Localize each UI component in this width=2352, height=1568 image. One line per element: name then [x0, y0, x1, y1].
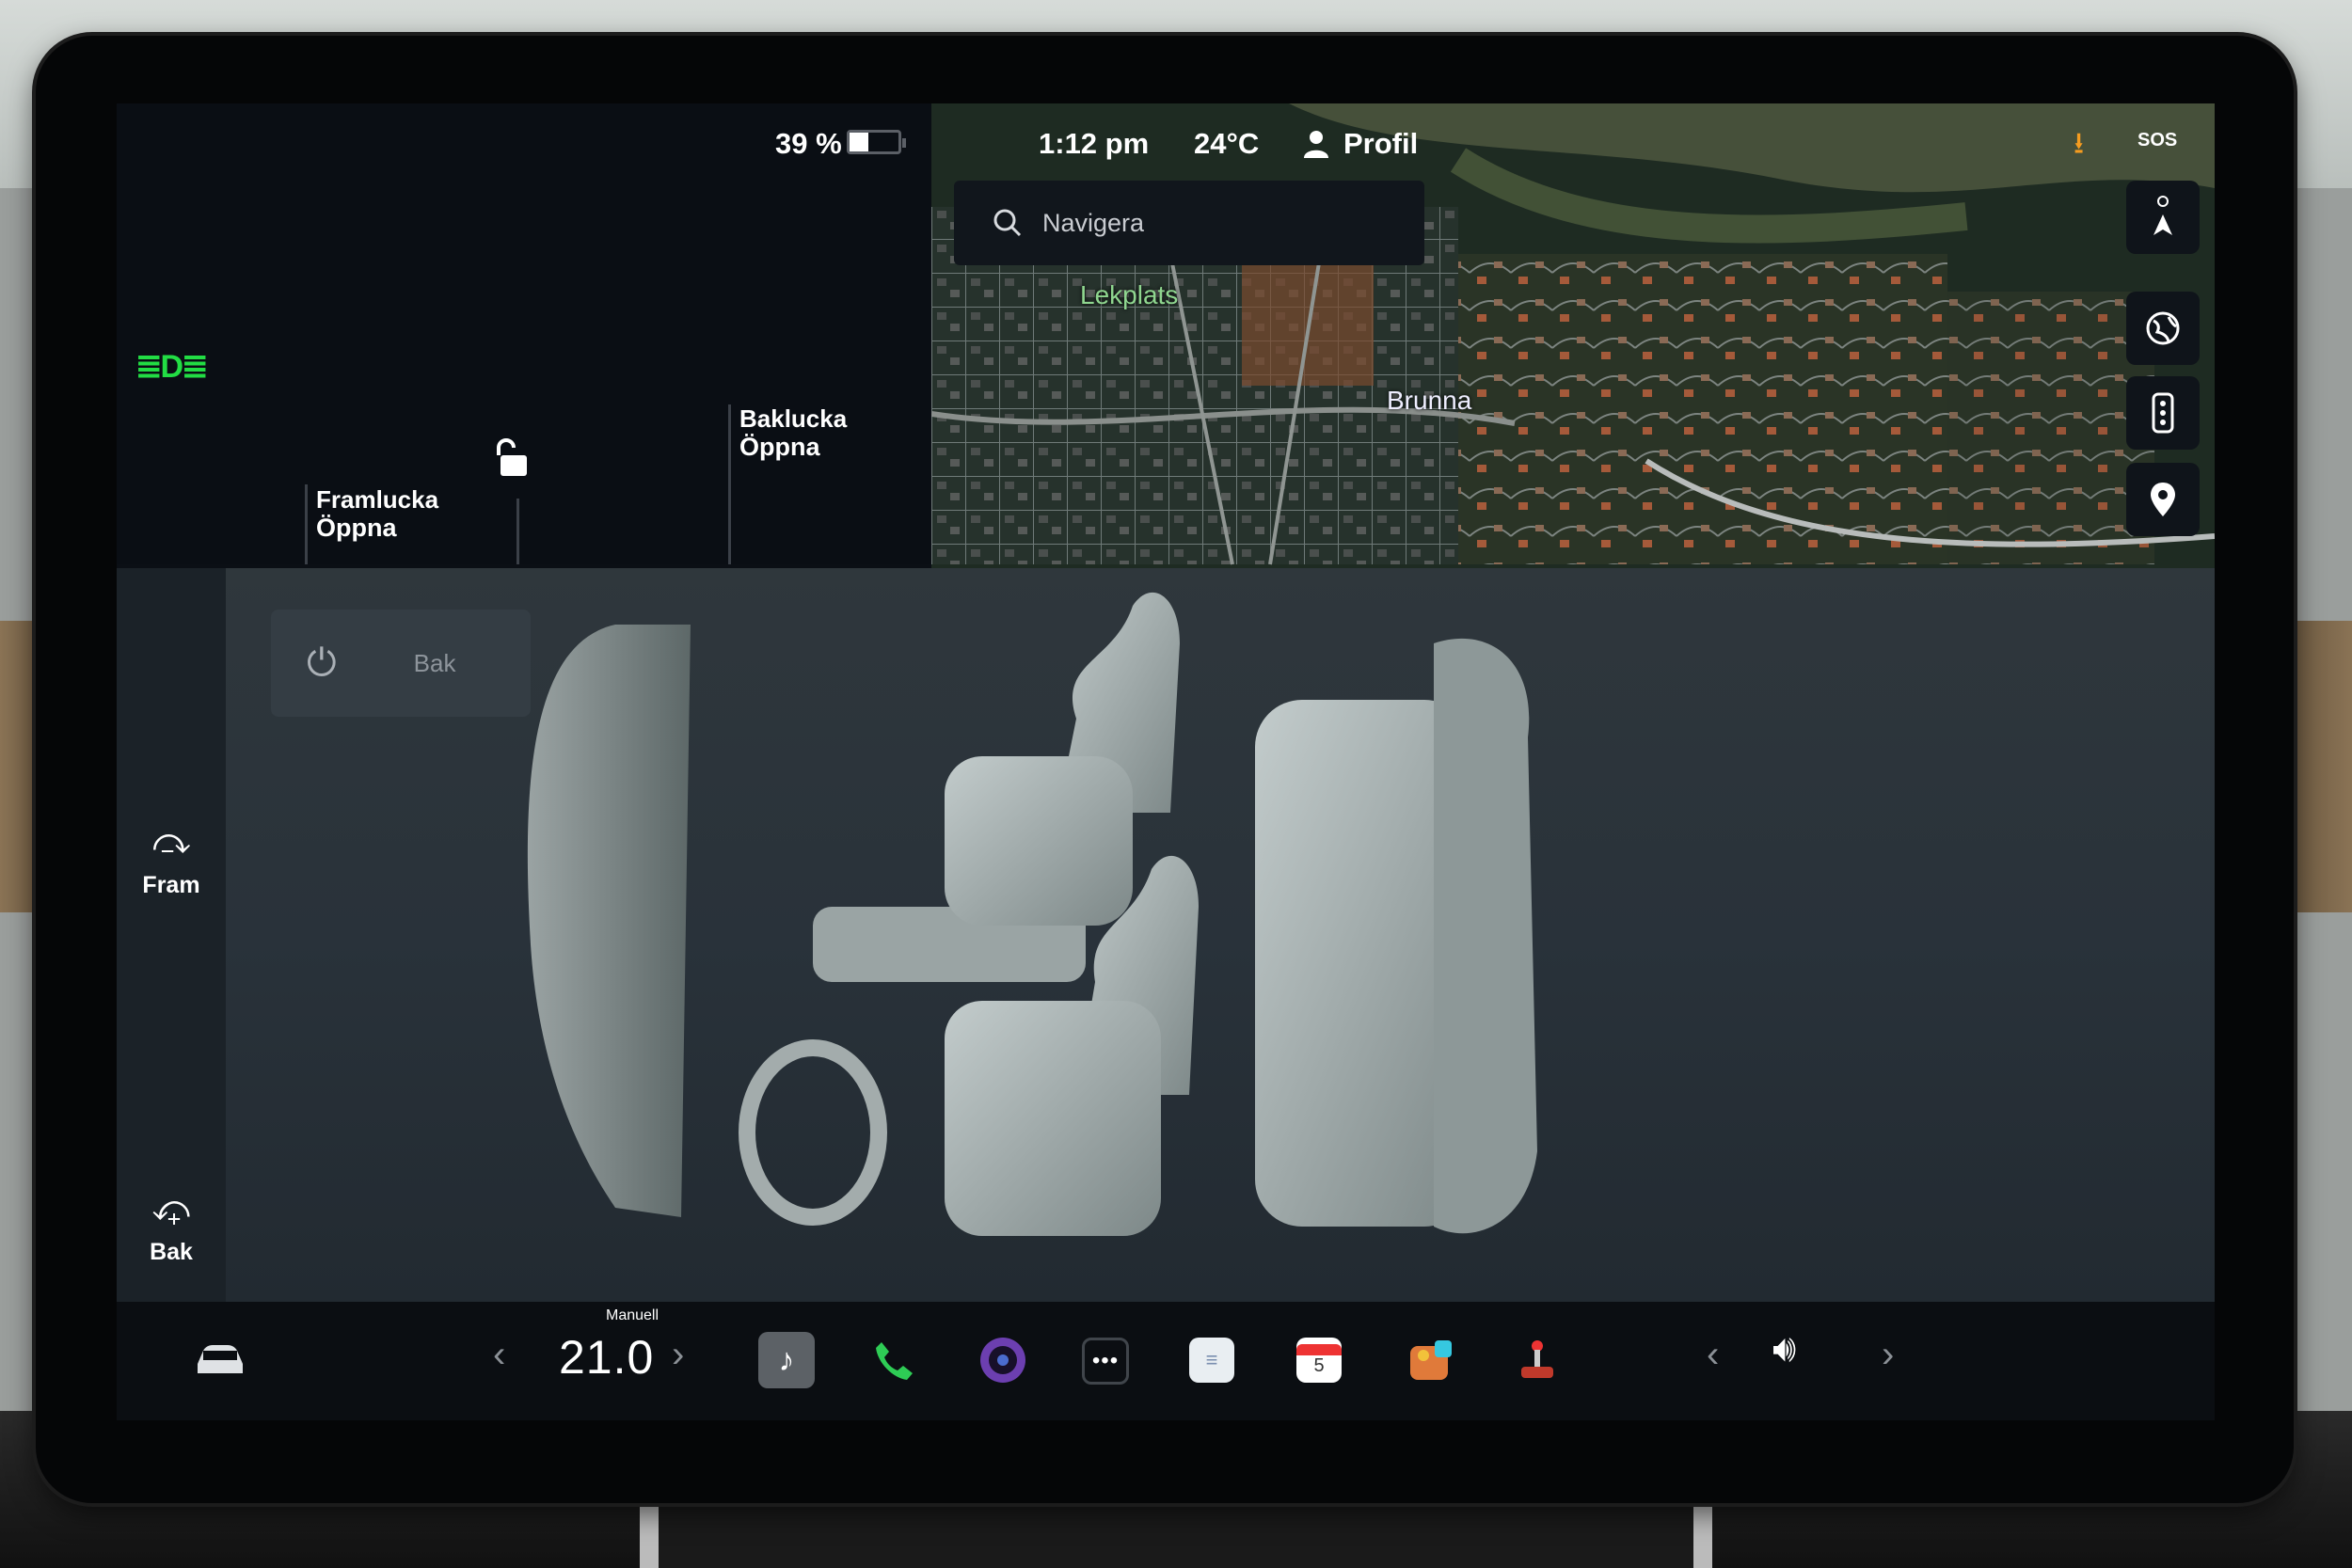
- bottom-dock: ‹ Manuell 21.0 › ♪ ••• ≡ 5 ‹ 🔊︎ ›: [117, 1302, 2215, 1420]
- camera-lens-icon: [980, 1338, 1025, 1383]
- profile-button[interactable]: Profil: [1302, 120, 1418, 167]
- camera-app-button[interactable]: [975, 1332, 1031, 1388]
- car-icon: [198, 1345, 243, 1373]
- rear-bench-back: [1434, 638, 1537, 1234]
- front-defrost-vent-button[interactable]: ⤼ Fram: [117, 822, 226, 899]
- clock: 1:12 pm: [1039, 127, 1150, 160]
- profile-label: Profil: [1343, 127, 1419, 160]
- search-placeholder: Navigera: [1042, 208, 1145, 237]
- dashboard-model: [527, 625, 691, 1217]
- trunk-button[interactable]: Baklucka Öppna: [739, 404, 847, 461]
- arcade-app-button[interactable]: [1404, 1332, 1460, 1388]
- globe-icon: [2146, 311, 2180, 345]
- cabin-temperature[interactable]: 21.0: [559, 1330, 654, 1385]
- person-icon: [1304, 131, 1328, 158]
- frunk-title: Framlucka: [316, 485, 439, 514]
- unlocked-icon[interactable]: [493, 438, 531, 480]
- airflow-icon: ⤼: [151, 822, 191, 862]
- rear-vent-button[interactable]: ⤽ Bak: [117, 1189, 226, 1266]
- traffic-light-icon: [2152, 392, 2174, 434]
- map-label-lekplats: Lekplats: [1080, 280, 1179, 309]
- trunk-indicator-line: [728, 404, 731, 564]
- map-satellite-toggle-button[interactable]: [2126, 292, 2200, 365]
- battery-percentage: 39 %: [775, 127, 842, 160]
- document-icon: ≡: [1205, 1348, 1218, 1371]
- phone-app-button[interactable]: [866, 1332, 922, 1388]
- climate-seat-panel: ⤼ Fram ⤽ Bak ⏻ Bak: [117, 568, 2215, 1302]
- phone-icon: [876, 1342, 913, 1380]
- frunk-button[interactable]: Framlucka Öppna: [316, 485, 438, 542]
- satellite-map: [931, 103, 2215, 568]
- volume-up-button[interactable]: ›: [1882, 1334, 1894, 1376]
- headlights-on-icon[interactable]: ≣D≣: [135, 348, 209, 386]
- joystick-app-button[interactable]: [1509, 1332, 1565, 1388]
- dashboard-trim-right: [2286, 621, 2352, 912]
- music-app-button[interactable]: ♪: [758, 1332, 815, 1388]
- map-label-brunna: Brunna: [1387, 386, 1472, 415]
- calendar-app-button[interactable]: 5: [1296, 1338, 1342, 1383]
- front-vent-label: Fram: [142, 872, 200, 898]
- trunk-action: Öppna: [739, 433, 820, 461]
- climate-mode-label: Manuell: [606, 1307, 660, 1323]
- temp-increase-button[interactable]: ›: [672, 1334, 684, 1376]
- power-icon: ⏻: [307, 641, 337, 684]
- search-icon: [993, 209, 1022, 237]
- vehicle-overview: ≣D≣ Framlucka Öppna Baklucka Öppna: [117, 103, 931, 564]
- navigation-arrow-icon: [2153, 196, 2172, 235]
- traffic-button[interactable]: [2126, 376, 2200, 450]
- games-icon: [1410, 1340, 1452, 1380]
- steering-wheel: [739, 1039, 887, 1226]
- calendar-header: [1296, 1343, 1342, 1355]
- sos-icon[interactable]: SOS: [2137, 130, 2177, 151]
- temp-decrease-button[interactable]: ‹: [493, 1334, 505, 1376]
- location-pin-icon: [2151, 483, 2175, 516]
- navigation-map[interactable]: Lekplats Brunna Navigera: [931, 103, 2215, 568]
- toybox-app-button[interactable]: ≡: [1189, 1338, 1234, 1383]
- volume-down-button[interactable]: ‹: [1707, 1334, 1719, 1376]
- music-note-icon: ♪: [778, 1341, 795, 1378]
- car-controls-button[interactable]: [183, 1332, 258, 1388]
- battery-fill: [850, 133, 869, 151]
- volume-icon[interactable]: 🔊︎: [1772, 1328, 1796, 1370]
- rear-climate-power-button[interactable]: ⏻ Bak: [271, 610, 531, 717]
- rear-vent-label: Bak: [150, 1239, 193, 1265]
- driver-seat[interactable]: [945, 1001, 1161, 1236]
- car-outline-line: [516, 499, 519, 564]
- calendar-day: 5: [1313, 1354, 1325, 1376]
- joystick-icon: [1521, 1340, 1553, 1378]
- outside-temperature: 24°C: [1194, 127, 1260, 160]
- compass-north-button[interactable]: [2126, 181, 2200, 254]
- software-update-icon[interactable]: ⭳: [2074, 122, 2084, 173]
- more-apps-button[interactable]: •••: [1082, 1338, 1129, 1385]
- driver-temperature-control: ‹ Manuell 21.0 ›: [465, 1302, 709, 1420]
- navigate-search-input[interactable]: Navigera: [954, 181, 1424, 265]
- frunk-action: Öppna: [316, 514, 397, 542]
- front-passenger-seat[interactable]: [945, 756, 1133, 926]
- rear-climate-label: Bak: [413, 648, 456, 677]
- battery-icon: [847, 130, 906, 154]
- pin-button[interactable]: [2126, 463, 2200, 536]
- touchscreen: ≣D≣ Framlucka Öppna Baklucka Öppna 39 %: [117, 103, 2215, 1420]
- trunk-title: Baklucka: [739, 404, 848, 433]
- ellipsis-icon: •••: [1091, 1348, 1120, 1373]
- airflow-icon: ⤽: [151, 1189, 191, 1228]
- cabin-seats-illustration: [527, 592, 1537, 1236]
- frunk-indicator-line: [305, 484, 308, 564]
